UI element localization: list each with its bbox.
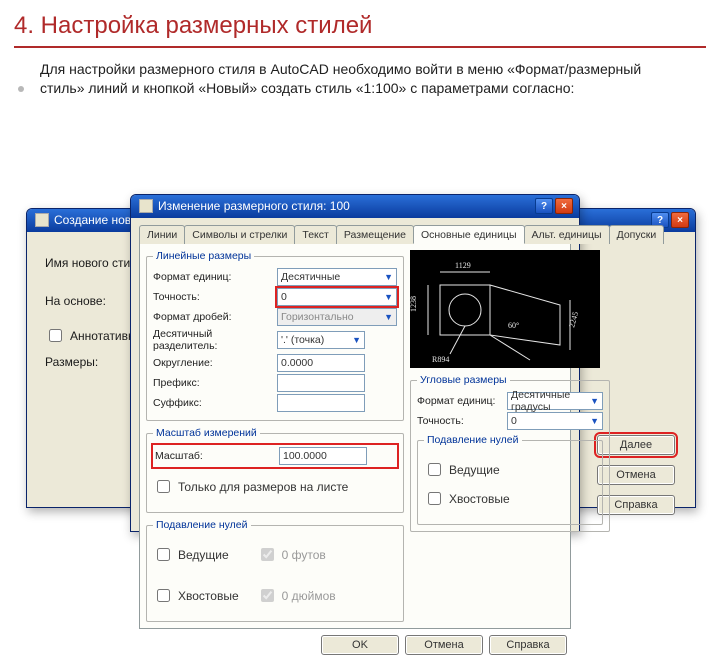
chevron-down-icon: ▼ [384,312,393,322]
dim-preview: 1129 1238 2245 60° R894 [410,250,600,368]
zero-inches-checkbox [261,589,274,602]
decimal-sep-label: Десятичный разделитель: [153,328,271,352]
tab-text[interactable]: Текст [294,225,336,244]
ang-zero-group: Подавление нулей Ведущие Хвостовые [417,434,603,525]
close-icon[interactable]: × [671,212,689,228]
ang-zero-legend: Подавление нулей [424,434,522,446]
ang-format-label: Формат единиц: [417,395,501,407]
new-style-title: Создание ново [54,213,138,227]
bullet-icon [18,86,24,92]
svg-text:1238: 1238 [410,296,418,312]
paper-only-checkbox[interactable] [157,480,170,493]
tab-symbols[interactable]: Символы и стрелки [184,225,295,244]
fraction-format-combo: Горизонтально ▼ [277,308,397,326]
chevron-down-icon: ▼ [590,416,599,426]
fraction-format-label: Формат дробей: [153,311,271,323]
close-icon[interactable]: × [555,198,573,214]
chevron-down-icon: ▼ [384,272,393,282]
tab-lines[interactable]: Линии [139,225,185,244]
ang-precision-combo[interactable]: 0 ▼ [507,412,603,430]
unit-format-label: Формат единиц: [153,271,271,283]
modify-style-dialog: Изменение размерного стиля: 100 ? × Лини… [130,194,580,532]
zero-inches-label: 0 дюймов [282,589,336,603]
trailing-label: Хвостовые [178,589,239,603]
chevron-down-icon: ▼ [352,335,361,345]
zero-feet-checkbox [261,548,274,561]
app-icon [35,213,49,227]
ang-leading-label: Ведущие [449,463,500,477]
modify-style-title: Изменение размерного стиля: 100 [158,199,350,213]
chevron-down-icon: ▼ [590,396,599,406]
svg-text:1129: 1129 [455,261,471,270]
svg-text:60°: 60° [508,321,519,330]
annotative-checkbox[interactable] [49,329,62,342]
app-icon [139,199,153,213]
modify-style-titlebar[interactable]: Изменение размерного стиля: 100 ? × [131,195,579,218]
linear-dims-group: Линейные размеры Формат единиц: Десятичн… [146,250,404,421]
fraction-format-value: Горизонтально [281,311,354,323]
cancel-button[interactable]: Отмена [405,635,483,655]
ang-precision-value: 0 [511,415,517,427]
scale-legend: Масштаб измерений [153,427,260,439]
scale-group: Масштаб измерений Масштаб: 100.0000 Толь… [146,427,404,513]
suffix-label: Суффикс: [153,397,271,409]
unit-format-combo[interactable]: Десятичные ▼ [277,268,397,286]
slide-body-text: Для настройки размерного стиля в AutoCAD… [0,56,720,106]
svg-text:R894: R894 [432,355,449,364]
round-input[interactable]: 0.0000 [277,354,365,372]
leading-label: Ведущие [178,548,229,562]
precision-value: 0 [281,291,287,303]
decimal-sep-combo[interactable]: '.' (точка) ▼ [277,331,365,349]
decimal-sep-value: '.' (точка) [281,334,324,346]
suffix-input[interactable] [277,394,365,412]
angular-group: Угловые размеры Формат единиц: Десятичны… [410,374,610,532]
prefix-input[interactable] [277,374,365,392]
svg-text:2245: 2245 [567,311,580,329]
ang-trailing-label: Хвостовые [449,492,510,506]
ang-format-value: Десятичные градусы [511,389,590,413]
ang-format-combo[interactable]: Десятичные градусы ▼ [507,392,603,410]
round-label: Округление: [153,357,271,369]
leading-checkbox[interactable] [157,548,170,561]
ang-precision-label: Точность: [417,415,501,427]
paper-only-label: Только для размеров на листе [178,480,348,494]
trailing-checkbox[interactable] [157,589,170,602]
tab-primary-units[interactable]: Основные единицы [413,225,525,244]
scale-label: Масштаб: [155,450,273,462]
chevron-down-icon: ▼ [384,292,393,302]
tab-tolerances[interactable]: Допуски [609,225,665,244]
angular-legend: Угловые размеры [417,374,510,386]
linear-dims-legend: Линейные размеры [153,250,254,262]
precision-combo[interactable]: 0 ▼ [277,288,397,306]
tab-strip: Линии Символы и стрелки Текст Размещение… [139,224,571,244]
ang-trailing-checkbox[interactable] [428,492,441,505]
zero-suppress-legend: Подавление нулей [153,519,251,531]
help-button[interactable]: Справка [489,635,567,655]
ang-leading-checkbox[interactable] [428,463,441,476]
help-icon[interactable]: ? [535,198,553,214]
prefix-label: Префикс: [153,377,271,389]
scale-input[interactable]: 100.0000 [279,447,367,465]
tab-fit[interactable]: Размещение [336,225,414,244]
slide-title: 4. Настройка размерных стилей [0,0,720,44]
ok-button[interactable]: OK [321,635,399,655]
zero-feet-label: 0 футов [282,548,326,562]
tab-alt-units[interactable]: Альт. единицы [524,225,610,244]
unit-format-value: Десятичные [281,271,340,283]
title-underline [14,46,706,48]
zero-suppress-group: Подавление нулей Ведущие Хвостовые 0 фут… [146,519,404,622]
precision-label: Точность: [153,291,271,303]
